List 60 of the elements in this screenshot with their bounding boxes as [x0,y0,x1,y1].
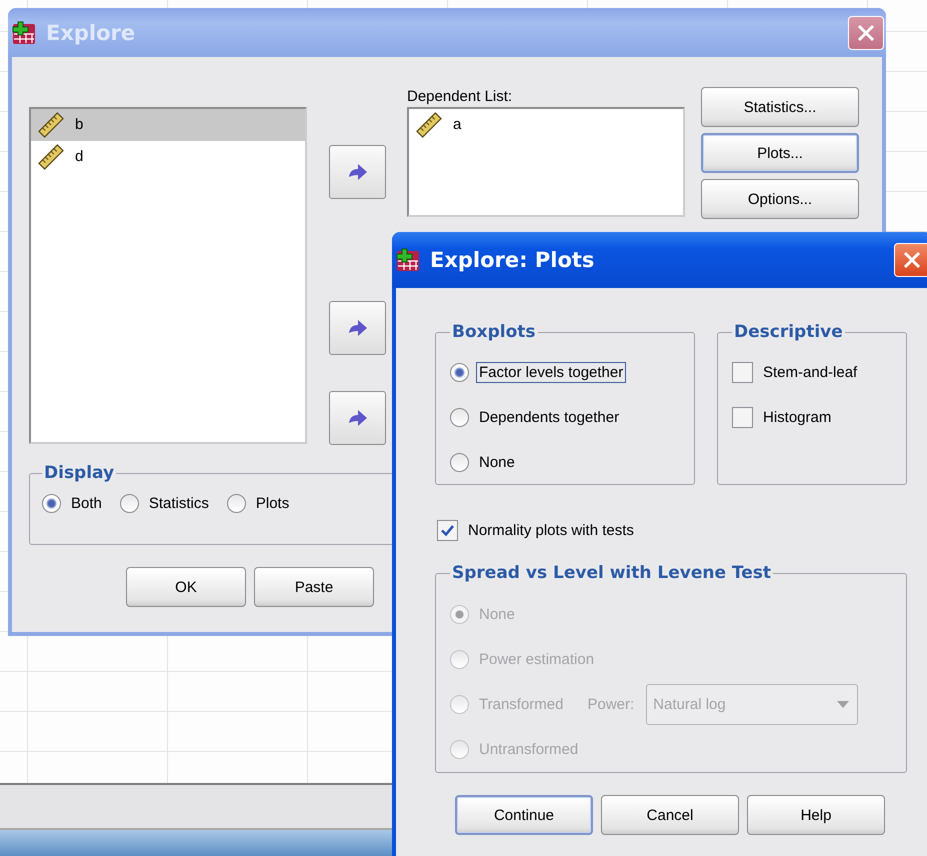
variable-item[interactable]: a [409,109,683,141]
app-icon [396,248,420,272]
radio-button[interactable] [450,362,469,382]
variable-name: d [75,147,84,167]
dialog-button[interactable]: Plots... [701,133,859,173]
dialog-button[interactable]: Cancel [601,795,739,835]
move-button[interactable] [329,391,386,445]
variable-item[interactable]: b [31,109,305,141]
close-button[interactable] [848,16,884,50]
dialog-button[interactable]: Statistics... [701,87,859,127]
radio-button[interactable] [226,494,246,512]
group-title: Descriptive [733,322,844,342]
option-label: Stem-and-leaf [762,362,858,382]
option-label: Transformed [478,694,564,714]
dialog-button[interactable]: Paste [254,567,374,607]
dialog-button[interactable]: OK [126,567,246,607]
option-label: Both [70,494,103,512]
option-label: Histogram [762,408,832,426]
dependent-list[interactable]: a [407,107,685,217]
variable-item[interactable]: d [31,141,305,173]
checkbox[interactable] [732,406,753,428]
option-label: Plots [254,494,290,512]
radio-button[interactable] [42,494,61,512]
caret-icon [837,700,850,708]
right-arrow-icon [346,163,368,181]
radio-button[interactable] [450,452,469,472]
dialog-button[interactable]: Help [747,795,885,835]
power-label: Power: [587,696,634,712]
right-arrow-icon [346,409,368,427]
option-label: None [478,604,516,624]
radio-button[interactable] [450,408,469,426]
close-icon [856,22,876,42]
dialog-button[interactable]: Options... [701,179,859,219]
variable-name: b [75,115,84,135]
right-arrow-icon [346,319,368,337]
option-label: Normality plots with tests [467,520,635,540]
radio-button[interactable] [120,494,139,512]
group-title: Display [43,463,116,483]
app-icon [12,20,36,44]
group-title: Spread vs Level with Levene Test [451,563,772,583]
window-title: Explore: Plots [430,248,596,272]
group-title: Boxplots [451,322,537,342]
option-label: None [478,452,516,472]
checkbox[interactable] [732,362,753,382]
checkbox[interactable] [437,520,458,540]
option-label: Statistics [148,494,210,512]
window-title: Explore [46,20,136,44]
option-label: Power estimation [478,650,596,668]
option-label: Dependents together [478,408,620,426]
close-icon [902,250,922,270]
variable-list[interactable]: b d [29,107,307,444]
dialog-button[interactable]: Continue [455,795,593,835]
move-button[interactable] [329,145,386,199]
variable-name: a [453,115,462,135]
option-label: Factor levels together [477,362,626,382]
option-label: Untransformed [478,740,580,758]
move-button[interactable] [329,301,386,355]
list-label: Dependent List: [407,87,514,107]
checkmark-icon [441,524,454,536]
close-button[interactable] [894,243,927,277]
